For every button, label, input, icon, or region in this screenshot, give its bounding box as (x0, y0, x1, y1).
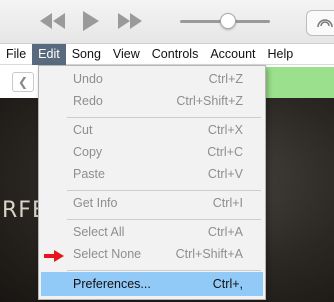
menu-item-shortcut: Ctrl+C (207, 145, 243, 159)
menu-item-label: Preferences... (73, 277, 151, 291)
menu-view[interactable]: View (107, 44, 146, 65)
menu-item-shortcut: Ctrl+A (207, 225, 243, 239)
menu-separator (67, 270, 261, 271)
fast-forward-icon (118, 13, 142, 29)
menu-file[interactable]: File (0, 44, 32, 65)
menu-item-paste: Paste Ctrl+V (39, 163, 265, 185)
menu-item-copy: Copy Ctrl+C (39, 141, 265, 163)
menu-item-shortcut: Ctrl+X (207, 123, 243, 137)
menu-item-cut: Cut Ctrl+X (39, 119, 265, 141)
menu-item-shortcut: Ctrl+Shift+A (175, 247, 243, 261)
menu-separator (67, 219, 261, 220)
menu-item-undo: Undo Ctrl+Z (39, 68, 265, 90)
menu-item-label: Copy (73, 145, 103, 159)
fast-forward-button[interactable] (117, 10, 143, 32)
menu-item-get-info: Get Info Ctrl+I (39, 192, 265, 214)
menu-help[interactable]: Help (262, 44, 300, 65)
green-banner (264, 67, 334, 101)
menubar: File Edit Song View Controls Account Hel… (0, 43, 334, 65)
chevron-left-icon: ❮ (17, 75, 29, 89)
airplay-icon (317, 19, 333, 28)
menu-edit[interactable]: Edit (32, 43, 66, 65)
menu-item-label: Select None (73, 247, 142, 261)
menu-item-shortcut: Ctrl+I (212, 196, 243, 210)
menu-item-preferences[interactable]: Preferences... Ctrl+, (41, 272, 263, 296)
menu-account[interactable]: Account (204, 44, 261, 65)
menu-item-label: Paste (73, 167, 105, 181)
airplay-button[interactable] (306, 10, 334, 36)
menu-item-label: Select All (73, 225, 125, 239)
menu-song[interactable]: Song (66, 44, 107, 65)
menu-item-shortcut: Ctrl+V (207, 167, 243, 181)
menu-item-redo: Redo Ctrl+Shift+Z (39, 90, 265, 112)
menu-item-select-none: Select None Ctrl+Shift+A (39, 243, 265, 265)
menu-controls[interactable]: Controls (146, 44, 205, 65)
rewind-button[interactable] (40, 10, 66, 32)
menu-item-shortcut: Ctrl+Z (208, 72, 243, 86)
menu-item-shortcut: Ctrl+, (212, 277, 243, 291)
menu-item-label: Redo (73, 94, 103, 108)
menu-item-label: Undo (73, 72, 103, 86)
menu-item-label: Get Info (73, 196, 118, 210)
menu-item-label: Cut (73, 123, 93, 137)
back-button[interactable]: ❮ (12, 72, 34, 92)
rewind-icon (40, 13, 65, 29)
menu-item-shortcut: Ctrl+Shift+Z (176, 94, 243, 108)
red-arrow-icon (44, 250, 64, 262)
play-button[interactable] (82, 10, 100, 32)
menu-separator (67, 117, 261, 118)
play-icon (83, 11, 99, 31)
player-toolbar (0, 0, 334, 44)
volume-slider-knob[interactable] (220, 13, 236, 29)
menu-item-select-all: Select All Ctrl+A (39, 221, 265, 243)
edit-menu-dropdown: Undo Ctrl+Z Redo Ctrl+Shift+Z Cut Ctrl+X… (38, 65, 266, 300)
menu-separator (67, 190, 261, 191)
